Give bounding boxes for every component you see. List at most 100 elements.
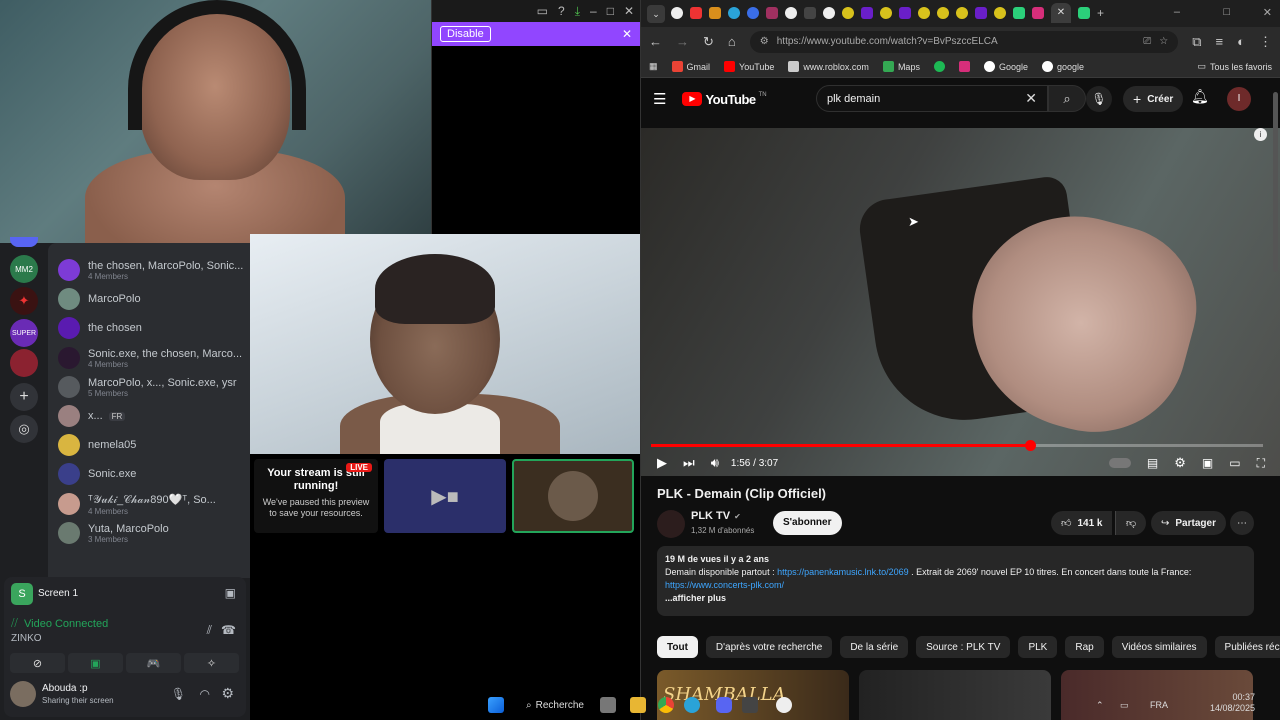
start-button[interactable] [488, 696, 504, 714]
video-player[interactable]: i ➤ ▶ ⏭ 🔊︎ 1:56 / 3:07 ▤ ⚙ ▣ ▭ ⛶ [641, 128, 1280, 476]
dm-item[interactable]: nemela05 [58, 430, 248, 460]
maximize-icon[interactable]: □ [607, 4, 614, 18]
bookmark-google[interactable]: Google [983, 61, 1028, 72]
chip-plk[interactable]: PLK [1018, 636, 1058, 658]
tab-favicon-icon[interactable] [899, 7, 911, 19]
app-button[interactable] [684, 696, 700, 714]
app-button[interactable] [742, 696, 758, 714]
chip-series[interactable]: De la série [840, 636, 909, 658]
headphones-icon[interactable]: ◠ [200, 687, 210, 701]
dm-item[interactable]: Yuta, MarcoPolo 3 Members [58, 518, 248, 548]
server-icon-1[interactable] [10, 237, 38, 247]
fullscreen-icon[interactable]: ⛶ [1257, 456, 1265, 471]
tab-favicon-icon[interactable] [823, 7, 835, 19]
tab-favicon-icon[interactable] [880, 7, 892, 19]
hamburger-menu-icon[interactable]: ☰ [653, 90, 666, 108]
share-screen-button[interactable]: ▣ [68, 653, 123, 673]
bookmark-star-icon[interactable]: ☆ [1159, 36, 1168, 47]
chrome-button[interactable] [658, 696, 674, 714]
discord-button[interactable] [716, 696, 732, 714]
tab-favicon-icon[interactable] [709, 7, 721, 19]
youtube-logo[interactable]: ▶ YouTube TN [682, 92, 767, 107]
close-window-icon[interactable]: ✕ [1263, 6, 1272, 19]
apps-icon[interactable]: ▦ [649, 61, 658, 72]
tab-favicon-icon[interactable] [728, 7, 740, 19]
subscribe-button[interactable]: S'abonner [773, 511, 842, 535]
tab-favicon-icon[interactable] [918, 7, 930, 19]
tab-favicon-icon[interactable] [1013, 7, 1025, 19]
tab-favicon-icon[interactable] [785, 7, 797, 19]
search-button[interactable]: ⌕ [1048, 85, 1086, 112]
avatar[interactable]: I [1227, 87, 1251, 111]
dm-item[interactable]: ᵀ𝒴𝓊𝓀𝒾_𝒞𝒽𝒶𝓃890🤍ᵀ, So... 4 Members [58, 489, 248, 519]
media-icon[interactable]: ≡ [1216, 34, 1224, 49]
back-icon[interactable]: ← [649, 34, 662, 49]
bookmark-green[interactable] [933, 61, 945, 72]
bookmark-google-2[interactable]: google [1041, 61, 1084, 72]
dm-item[interactable]: the chosen, MarcoPolo, Sonic... 4 Members [58, 255, 248, 285]
disable-button[interactable]: Disable [440, 26, 491, 42]
bookmark-maps[interactable]: Maps [882, 61, 920, 72]
chip-source[interactable]: Source : PLK TV [916, 636, 1011, 658]
chip-search[interactable]: D'après votre recherche [705, 636, 833, 658]
url-field[interactable]: ⚙ https://www.youtube.com/watch?v=BvPszc… [749, 30, 1179, 53]
share-button[interactable]: ↪ Partager [1151, 511, 1226, 535]
settings-icon[interactable]: ⚙ [221, 685, 234, 702]
extensions-icon[interactable]: ⧉ [1192, 34, 1201, 50]
dm-item[interactable]: Sonic.exe, the chosen, Marco... 4 Members [58, 343, 248, 373]
maximize-icon[interactable]: □ [1223, 6, 1230, 18]
description-box[interactable]: 19 M de vues il y a 2 ans Demain disponi… [657, 546, 1254, 616]
paused-preview-card[interactable]: LIVE Your stream is still running! We've… [254, 459, 378, 533]
description-link[interactable]: https://panenkamusic.lnk.to/2069 [777, 567, 909, 577]
close-window-icon[interactable]: ✕ [624, 4, 634, 18]
network-icon[interactable]: ▭ [1120, 696, 1129, 714]
settings-icon[interactable]: ⚙ [1174, 455, 1186, 471]
dm-item[interactable]: the chosen [58, 313, 248, 343]
all-bookmarks[interactable]: ▭ Tous les favoris [1197, 61, 1272, 72]
next-icon[interactable]: ⏭ [683, 455, 695, 471]
clock[interactable]: 00:37 14/08/2025 [1210, 692, 1255, 714]
avatar[interactable] [10, 681, 36, 707]
install-app-icon[interactable]: ⎚ [1143, 36, 1151, 47]
tab-favicon-icon[interactable] [690, 7, 702, 19]
bookmark-instagram[interactable] [958, 61, 970, 72]
voice-status[interactable]: Video Connected [24, 618, 108, 630]
menu-icon[interactable]: ⋮ [1259, 34, 1272, 50]
chip-recent[interactable]: Publiées récemment [1214, 636, 1280, 658]
voice-search-icon[interactable]: 🎙 [1086, 86, 1112, 112]
miniplayer-icon[interactable]: ▣ [1202, 456, 1213, 470]
inbox-icon[interactable]: ▭ [537, 4, 548, 18]
site-info-icon[interactable]: ⚙ [760, 36, 769, 47]
app-button[interactable] [776, 696, 792, 714]
tab-favicon-icon[interactable] [671, 7, 683, 19]
tab-favicon-icon[interactable] [1078, 7, 1090, 19]
disconnect-icon[interactable]: ☎ [221, 623, 236, 637]
concert-link[interactable]: https://www.concerts-plk.com/ [665, 579, 1246, 592]
participant-thumbnail[interactable] [512, 459, 634, 533]
reload-icon[interactable]: ↻ [703, 34, 714, 50]
tab-favicon-icon[interactable] [1032, 7, 1044, 19]
chip-all[interactable]: Tout [657, 636, 698, 658]
home-icon[interactable]: ⌂ [728, 34, 736, 49]
dm-item[interactable]: MarcoPolo [58, 284, 248, 314]
profile-icon[interactable]: ◐ [1237, 34, 1245, 49]
close-icon[interactable]: ✕ [622, 27, 632, 41]
explore-servers-icon[interactable]: ◎ [10, 415, 38, 443]
tab-favicon-icon[interactable] [861, 7, 873, 19]
tab-favicon-icon[interactable] [937, 7, 949, 19]
server-icon-red[interactable]: ✦ [10, 287, 38, 315]
soundboard-button[interactable]: ✧ [184, 653, 239, 673]
theater-mode-icon[interactable]: ▭ [1229, 456, 1240, 470]
explorer-button[interactable] [630, 696, 646, 714]
noise-suppression-icon[interactable]: ⫽ [207, 623, 212, 638]
server-icon-purple[interactable]: SUPER [10, 319, 38, 347]
help-icon[interactable]: ? [558, 4, 565, 18]
add-server-icon[interactable]: + [10, 383, 38, 411]
progress-bar[interactable] [651, 440, 1263, 451]
chip-rap[interactable]: Rap [1065, 636, 1104, 658]
volume-icon[interactable]: 🔊︎ [711, 455, 719, 471]
bookmark-youtube[interactable]: YouTube [724, 61, 774, 72]
stop-stream-icon[interactable]: ▣ [225, 586, 236, 600]
dm-item[interactable]: MarcoPolo, x..., Sonic.exe, ysr 5 Members [58, 372, 248, 402]
channel-avatar[interactable] [657, 510, 685, 538]
